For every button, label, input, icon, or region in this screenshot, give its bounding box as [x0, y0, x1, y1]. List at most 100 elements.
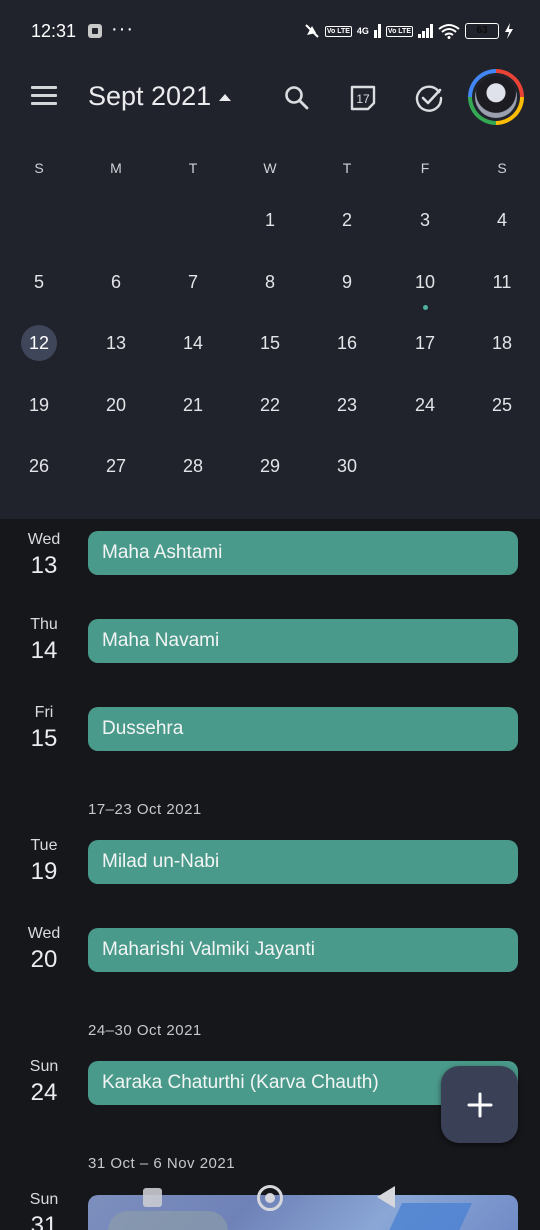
plus-icon: [467, 1092, 492, 1117]
weekday-label: T: [342, 160, 352, 176]
day-cell[interactable]: 16: [327, 325, 367, 361]
tasks-button[interactable]: [409, 78, 449, 118]
day-cell[interactable]: 2: [327, 202, 367, 238]
weekday-label: W: [263, 160, 277, 176]
day-cell[interactable]: 22: [250, 387, 290, 423]
day-cell[interactable]: 21: [173, 387, 213, 423]
weekday-label: M: [110, 160, 122, 176]
agenda-date[interactable]: Wed 13: [18, 531, 70, 580]
week-header: 17–23 Oct 2021: [88, 801, 202, 818]
agenda-weekday: Wed: [27, 925, 61, 942]
avatar-image: [475, 76, 517, 118]
agenda-date[interactable]: Sun 24: [18, 1058, 70, 1107]
day-cell[interactable]: 26: [19, 448, 59, 484]
agenda-weekday: Fri: [34, 704, 54, 721]
day-cell[interactable]: 9: [327, 264, 367, 300]
agenda-daynum: 15: [30, 725, 58, 752]
agenda-weekday: Thu: [30, 616, 58, 633]
day-cell[interactable]: 14: [173, 325, 213, 361]
battery-icon: 63: [465, 23, 499, 39]
month-selector[interactable]: Sept 2021: [88, 81, 232, 112]
week-header: 31 Oct – 6 Nov 2021: [88, 1155, 236, 1172]
status-time: 12:31: [31, 21, 77, 41]
volte-icon-2: Vo LTE: [385, 25, 413, 37]
day-cell[interactable]: 27: [96, 448, 136, 484]
app-bar: Sept 2021 17: [0, 62, 540, 134]
create-event-button[interactable]: [441, 1066, 518, 1143]
day-cell[interactable]: 18: [482, 325, 522, 361]
more-notifications-icon: ···: [111, 18, 134, 40]
task-check-icon: [415, 85, 443, 112]
agenda-weekday: Sun: [29, 1191, 59, 1208]
day-cell[interactable]: 13: [96, 325, 136, 361]
wifi-icon: [438, 24, 460, 39]
status-bar: 12:31 ··· Vo LTE 4G Vo LTE 63: [0, 0, 540, 62]
charging-icon: [505, 23, 513, 39]
agenda-weekday: Tue: [30, 837, 58, 854]
agenda-daynum: 13: [30, 552, 58, 579]
volte-icon: Vo LTE: [324, 25, 352, 37]
search-icon: [285, 86, 309, 110]
day-cell[interactable]: 7: [173, 264, 213, 300]
agenda-date[interactable]: Wed 20: [18, 925, 70, 974]
mute-icon: [305, 24, 319, 38]
day-cell[interactable]: 30: [327, 448, 367, 484]
month-calendar: SMTWTFS 1 2 3 4 5 6 7 8 9 10 11 12 13 14 15 16 17 18 19 20 2…: [0, 134, 540, 519]
day-cell[interactable]: 17: [405, 325, 445, 361]
day-cell[interactable]: 5: [19, 264, 59, 300]
page-title: Sept 2021: [88, 81, 212, 111]
signal-icon: [373, 24, 381, 38]
day-cell[interactable]: 29: [250, 448, 290, 484]
agenda-daynum: 19: [30, 858, 58, 885]
event-chip[interactable]: Dussehra: [88, 707, 518, 751]
day-cell[interactable]: 20: [96, 387, 136, 423]
day-cell[interactable]: 10: [405, 264, 445, 300]
day-cell[interactable]: 23: [327, 387, 367, 423]
day-cell-today[interactable]: 12: [21, 325, 57, 361]
agenda-weekday: Wed: [27, 531, 61, 548]
menu-button[interactable]: [31, 86, 57, 106]
weekday-label: T: [188, 160, 198, 176]
agenda-date[interactable]: Thu 14: [18, 616, 70, 665]
day-cell[interactable]: 6: [96, 264, 136, 300]
day-cell[interactable]: 8: [250, 264, 290, 300]
event-chip[interactable]: Milad un-Nabi: [88, 840, 518, 884]
event-chip[interactable]: Maha Navami: [88, 619, 518, 663]
day-cell[interactable]: 28: [173, 448, 213, 484]
recents-button[interactable]: [143, 1188, 162, 1207]
home-button[interactable]: [257, 1185, 283, 1211]
agenda-weekday: Sun: [29, 1058, 59, 1075]
weekday-label: S: [34, 160, 44, 176]
calendar-today-icon: 17: [350, 85, 376, 111]
weekday-label: S: [497, 160, 507, 176]
day-cell[interactable]: 1: [250, 202, 290, 238]
agenda-daynum: 14: [30, 637, 58, 664]
event-indicator-dot: [422, 304, 428, 310]
day-cell[interactable]: 15: [250, 325, 290, 361]
agenda-daynum: 20: [30, 946, 58, 973]
day-cell[interactable]: 3: [405, 202, 445, 238]
day-cell[interactable]: 4: [482, 202, 522, 238]
day-cell[interactable]: 19: [19, 387, 59, 423]
agenda-daynum: 31: [30, 1212, 58, 1230]
agenda-daynum: 24: [30, 1079, 58, 1106]
agenda-date[interactable]: Tue 19: [18, 837, 70, 886]
jump-to-today-button[interactable]: 17: [343, 78, 383, 118]
caret-up-icon: [219, 94, 232, 101]
signal-icon-2: [418, 24, 433, 38]
day-cell[interactable]: 24: [405, 387, 445, 423]
account-avatar[interactable]: [468, 69, 524, 125]
event-chip[interactable]: Maha Ashtami: [88, 531, 518, 575]
week-header: 24–30 Oct 2021: [88, 1022, 202, 1039]
search-button[interactable]: [277, 78, 317, 118]
status-icons: Vo LTE 4G Vo LTE 63: [304, 22, 514, 40]
day-cell[interactable]: 25: [482, 387, 522, 423]
app-notification-icon: [88, 24, 102, 38]
agenda-date[interactable]: Fri 15: [18, 704, 70, 753]
agenda-date[interactable]: Sun 31: [18, 1191, 70, 1230]
network-type-icon: 4G: [356, 26, 369, 36]
event-chip[interactable]: Maharishi Valmiki Jayanti: [88, 928, 518, 972]
weekday-label: F: [420, 160, 430, 176]
day-cell[interactable]: 11: [482, 264, 522, 300]
back-button[interactable]: [377, 1186, 395, 1208]
